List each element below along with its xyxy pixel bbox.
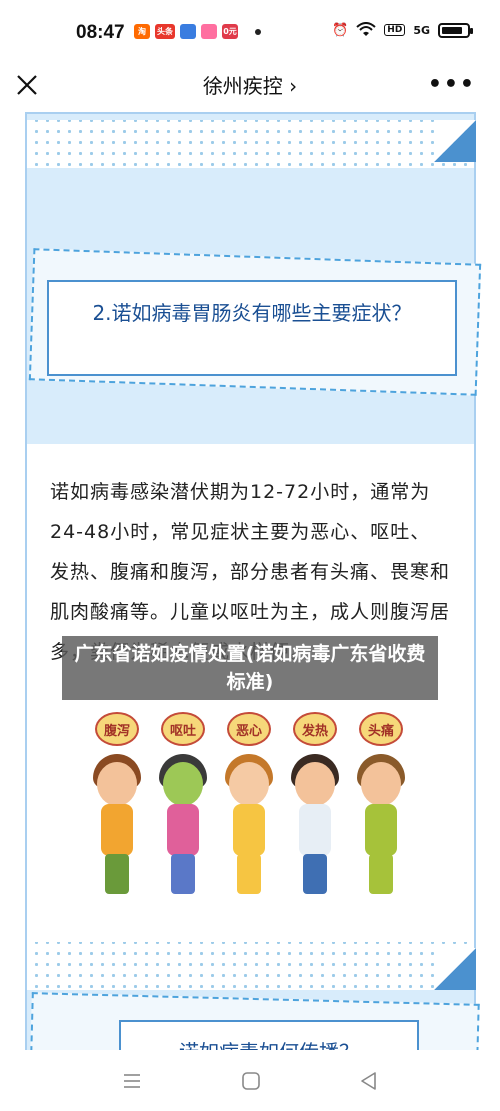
page-fold-icon	[434, 948, 476, 990]
overlay-title: 广东省诺如疫情处置(诺如病毒广东省收费标准)	[74, 643, 426, 693]
back-icon[interactable]	[358, 1070, 380, 1092]
wifi-icon	[356, 22, 376, 36]
stack-icon	[180, 24, 196, 39]
symptom-tag: 恶心	[227, 712, 271, 746]
menu-icon[interactable]	[121, 1070, 143, 1092]
child-headache-figure	[355, 754, 407, 902]
more-options-icon[interactable]: •••	[428, 72, 476, 97]
child-diarrhea-figure	[91, 754, 143, 902]
article-card: 2.诺如病毒胃肠炎有哪些主要症状？ 诺如病毒感染潜伏期为12-72小时，通常为2…	[25, 112, 482, 1050]
system-navigation-bar	[0, 1050, 500, 1111]
child-fever-figure	[289, 754, 341, 902]
question-heading: 2.诺如病毒胃肠炎有哪些主要症状？	[92, 301, 412, 325]
next-question-box: 诺如病毒如何传播？	[119, 1020, 419, 1050]
alarm-icon: ⏰	[332, 22, 349, 38]
decorative-dotted-strip	[27, 942, 474, 990]
taobao-icon: 淘	[134, 24, 150, 39]
decorative-dotted-strip	[27, 120, 474, 168]
child-vomiting-figure	[157, 754, 209, 902]
battery-level	[442, 26, 462, 34]
symptom-tag: 腹泻	[95, 712, 139, 746]
status-bar: 08:47 淘 头条 0元 ⏰ HD 5G	[0, 0, 500, 66]
question-box: 2.诺如病毒胃肠炎有哪些主要症状？	[47, 280, 457, 376]
toutiao-icon: 头条	[155, 24, 175, 39]
article-content[interactable]: 2.诺如病毒胃肠炎有哪些主要症状？ 诺如病毒感染潜伏期为12-72小时，通常为2…	[0, 112, 500, 1050]
deal-icon: 0元	[222, 24, 238, 39]
game-icon	[201, 24, 217, 39]
cellular-signal-icon: 5G	[413, 23, 430, 37]
page-fold-icon	[434, 120, 476, 162]
symptom-illustration: 腹泻 呕吐 恶心 发热 头痛	[93, 712, 415, 902]
child-nausea-figure	[223, 754, 275, 902]
symptom-tag: 头痛	[359, 712, 403, 746]
battery-icon	[438, 22, 473, 38]
account-title-link[interactable]: 徐州疾控 ›	[0, 70, 500, 99]
home-icon[interactable]	[240, 1070, 262, 1092]
more-notifications-dot	[255, 28, 261, 35]
symptom-tag: 发热	[293, 712, 337, 746]
hd-icon: HD	[384, 24, 406, 36]
overlay-title-banner: 广东省诺如疫情处置(诺如病毒广东省收费标准)	[62, 636, 438, 700]
notification-icons: 淘 头条 0元	[134, 24, 261, 39]
symptom-tag: 呕吐	[161, 712, 205, 746]
status-time: 08:47	[76, 22, 125, 43]
next-question-heading: 诺如病毒如何传播？	[121, 1036, 417, 1050]
nav-bar: 徐州疾控 › •••	[0, 66, 500, 112]
system-icons: ⏰ HD 5G	[332, 22, 473, 38]
